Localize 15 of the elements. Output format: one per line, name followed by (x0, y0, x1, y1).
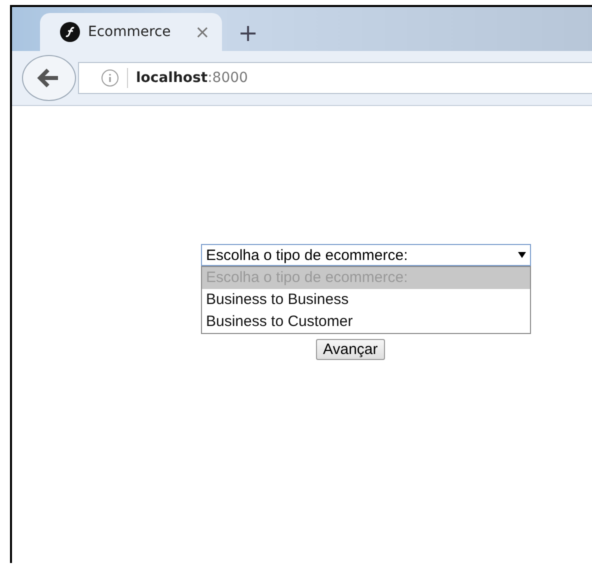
close-tab-button[interactable]: × (194, 22, 210, 42)
tab-title: Ecommerce (88, 24, 172, 40)
back-arrow-icon (37, 68, 61, 88)
caret-icon (518, 252, 526, 258)
submit-button[interactable]: Avançar (316, 339, 385, 360)
dropdown-option[interactable]: Business to Customer (202, 311, 530, 333)
site-logo-icon (60, 22, 80, 42)
dropdown[interactable]: Escolha o tipo de ecommerce: (201, 244, 531, 266)
browser-tab[interactable]: Ecommerce × (40, 13, 222, 51)
back-button[interactable] (22, 55, 76, 101)
url-text: localhost:8000 (136, 70, 248, 86)
address-bar[interactable]: localhost:8000 (78, 62, 592, 94)
new-tab-button[interactable]: + (238, 15, 258, 51)
dropdown-option[interactable]: Business to Business (202, 289, 530, 311)
info-icon (101, 69, 119, 87)
